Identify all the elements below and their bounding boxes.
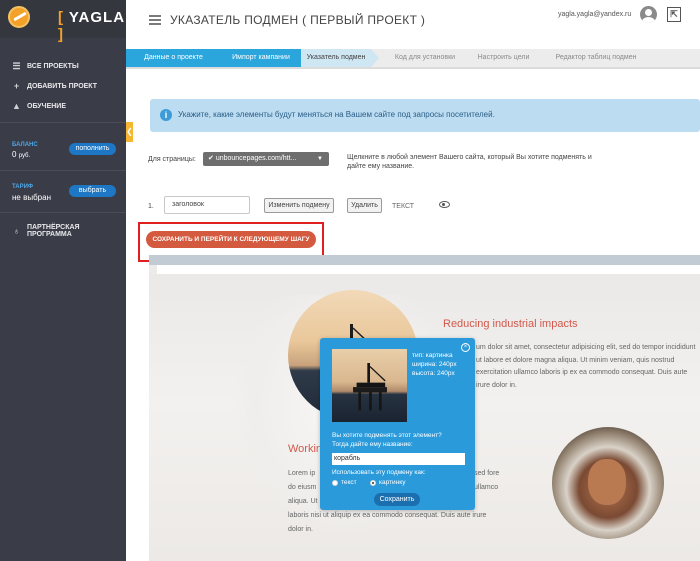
step-project-data[interactable]: Данные о проекте xyxy=(126,49,221,67)
plus-icon: + xyxy=(13,81,20,91)
page-select-hint: Щелкните в любой элемент Вашего сайта, к… xyxy=(347,154,592,170)
meta-height: высота: 240px xyxy=(412,370,455,377)
balance-label: БАЛАНС xyxy=(12,142,38,148)
step-configure-goals[interactable]: Настроить цели xyxy=(466,49,541,67)
logout-icon[interactable]: ⇱ xyxy=(667,7,681,22)
selected-image-thumbnail xyxy=(332,349,407,422)
preview-topbar xyxy=(149,255,700,265)
radio-icon xyxy=(370,479,376,486)
question-line-1: Вы хотите подменять этот элемент? xyxy=(332,432,442,439)
page-title: УКАЗАТЕЛЬ ПОДМЕН ( ПЕРВЫЙ ПРОЕКТ ) xyxy=(170,13,426,27)
replacement-type: ТЕКСТ xyxy=(392,203,415,210)
radio-text[interactable]: текст xyxy=(332,479,357,486)
page-select-label: Для страницы: xyxy=(148,156,196,163)
replacement-name-input[interactable]: заголовок xyxy=(164,196,250,214)
check-icon: ✔ xyxy=(208,155,216,162)
divider xyxy=(0,212,126,213)
list-icon: ☰ xyxy=(12,61,21,71)
sidebar-item-add-project[interactable]: + ДОБАВИТЬ ПРОЕКТ xyxy=(12,81,97,91)
top-up-button[interactable]: пополнить xyxy=(69,143,116,155)
popup-question: Вы хотите подменять этот элемент? Тогда … xyxy=(332,431,442,449)
step-arrow xyxy=(371,49,379,67)
sidebar-item-label: ДОБАВИТЬ ПРОЕКТ xyxy=(27,82,98,90)
radio-text-label: текст xyxy=(341,479,357,486)
use-as-label: Использовать эту подмену как: xyxy=(332,469,426,476)
question-line-2: Тогда дайте ему название: xyxy=(332,441,413,448)
face xyxy=(588,459,626,505)
preview-paragraph-2-right[interactable]: sed fore ullamco xyxy=(474,467,504,495)
oil-rig-icon xyxy=(353,363,387,411)
preview-heading-1[interactable]: Reducing industrial impacts xyxy=(443,318,578,330)
logo-text: [ YAGLA ] xyxy=(58,9,125,43)
divider xyxy=(0,122,126,123)
delete-replacement-button[interactable]: Удалить xyxy=(347,198,382,213)
sidebar: [ YAGLA ] ☰ ВСЕ ПРОЕКТЫ + ДОБАВИТЬ ПРОЕК… xyxy=(0,0,126,561)
choose-tariff-button[interactable]: выбрать xyxy=(69,185,116,197)
header: УКАЗАТЕЛЬ ПОДМЕН ( ПЕРВЫЙ ПРОЕКТ ) yagla… xyxy=(126,0,700,46)
logo[interactable]: [ YAGLA ] xyxy=(0,0,126,43)
sidebar-item-label: ВСЕ ПРОЕКТЫ xyxy=(27,63,79,70)
logo-ball-icon xyxy=(8,6,30,28)
user-email: yagla.yagla@yandex.ru xyxy=(558,11,632,18)
divider xyxy=(0,170,126,171)
sidebar-item-training[interactable]: ▲ ОБУЧЕНИЕ xyxy=(12,101,66,111)
replacement-popup: × тип: картинка ширина: 240px высота: 24… xyxy=(320,338,475,510)
radio-icon xyxy=(332,479,338,486)
row-number: 1. xyxy=(148,203,154,210)
save-button[interactable]: Сохранить xyxy=(374,493,420,506)
element-name-input[interactable]: корабль xyxy=(332,453,465,465)
radio-image[interactable]: картинку xyxy=(370,479,405,486)
user-avatar-icon[interactable] xyxy=(640,6,657,23)
info-text: Укажите, какие элементы будут меняться н… xyxy=(178,110,495,119)
preview-paragraph-2-bottom[interactable]: laboris nisi ut aliquip ex ea commodo co… xyxy=(288,509,498,537)
edit-replacement-button[interactable]: Изменить подмену xyxy=(264,198,334,213)
image-meta: тип: картинка ширина: 240px высота: 240p… xyxy=(412,351,457,378)
sidebar-item-partner-program[interactable]: ♁ ПАРТНЁРСКАЯ ПРОГРАММА xyxy=(12,224,126,238)
step-replacement-pointer[interactable]: Указатель подмен xyxy=(301,49,371,67)
tariff-label: ТАРИФ xyxy=(12,184,34,190)
step-progress: Данные о проекте Импорт кампании Указате… xyxy=(126,49,700,69)
preview-paragraph-2-left[interactable]: Lorem ip do eiusm aliqua. Ut xyxy=(288,467,322,509)
sidebar-item-label: ОБУЧЕНИЕ xyxy=(27,102,66,110)
balance-value: 0 руб. xyxy=(12,150,31,159)
preview-heading-2[interactable]: Workin xyxy=(288,443,322,455)
chevron-down-icon: ▼ xyxy=(317,156,323,162)
sidebar-item-label: ПАРТНЁРСКАЯ ПРОГРАММА xyxy=(26,224,80,238)
preview-paragraph-1[interactable]: um dolor sit amet, consectetur adipisici… xyxy=(476,342,696,392)
preview-header-strip xyxy=(157,265,700,274)
list-icon xyxy=(149,15,161,26)
close-icon[interactable]: × xyxy=(461,343,470,352)
meta-type: тип: картинка xyxy=(412,352,453,359)
partner-icon: ♁ xyxy=(13,226,20,236)
save-and-next-button[interactable]: СОХРАНИТЬ И ПЕРЕЙТИ К СЛЕДУЮЩЕМУ ШАГУ xyxy=(146,231,316,248)
sidebar-collapse-icon[interactable]: ❮ xyxy=(126,122,133,142)
radio-image-label: картинку xyxy=(379,479,406,486)
step-table-editor[interactable]: Редактор таблиц подмен xyxy=(541,49,651,67)
sidebar-item-all-projects[interactable]: ☰ ВСЕ ПРОЕКТЫ xyxy=(12,61,79,72)
tariff-value: не выбран xyxy=(12,193,51,202)
eye-icon[interactable] xyxy=(439,201,450,208)
meta-width: ширина: 240px xyxy=(412,361,457,368)
page-select[interactable]: ✔ unbouncepages.com/htt... ▼ xyxy=(203,152,329,166)
step-install-code[interactable]: Код для установки xyxy=(384,49,466,67)
info-icon: i xyxy=(160,109,172,121)
step-import-campaign[interactable]: Импорт кампании xyxy=(221,49,301,67)
graduation-cap-icon: ▲ xyxy=(12,101,21,111)
info-banner: i Укажите, какие элементы будут меняться… xyxy=(150,99,700,132)
eskimo-portrait-image[interactable] xyxy=(552,427,664,539)
